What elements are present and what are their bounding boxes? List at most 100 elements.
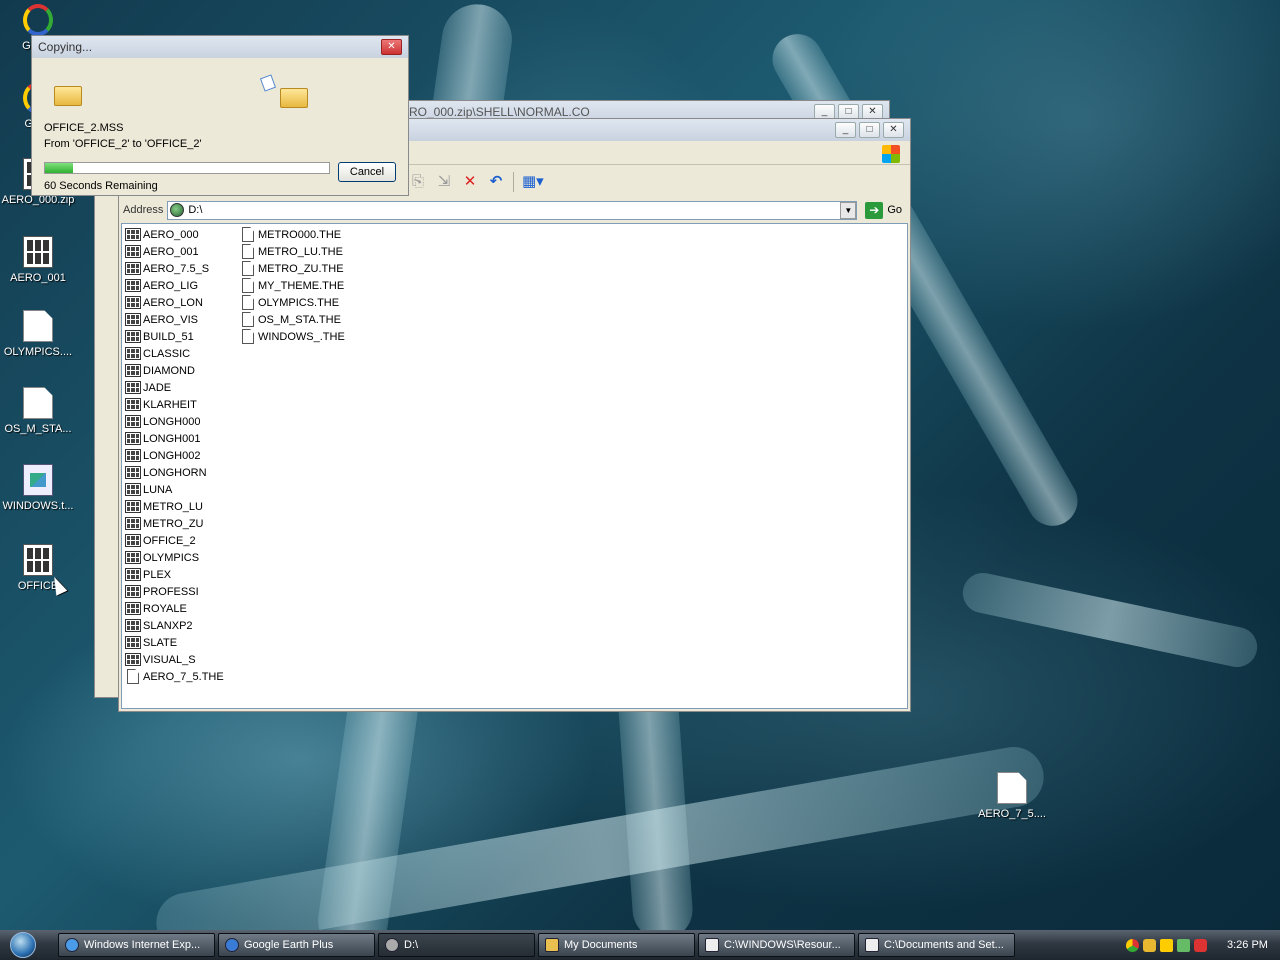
go-button[interactable]: ➔ Go [861,201,906,219]
file-name: OLYMPICS [143,551,200,564]
file-name: WINDOWS_.THE [258,330,345,343]
explorer-window[interactable]: _ □ ✕ ⎘ ⇲ ✕ ↶ ▦▾ Address D:\ ▼ ➔ Go AERO… [118,118,911,712]
desktop-icon-aero-7-5[interactable]: AERO_7_5.... [974,772,1050,820]
file-item[interactable]: PLEX [125,566,224,583]
theme-grid-icon [125,279,141,292]
taskbar-button-documents-settings[interactable]: C:\Documents and Set... [858,933,1015,957]
file-item[interactable]: METRO000.THE [240,226,345,243]
window-title: RO_000.zip\SHELL\NORMAL.CO [409,105,590,119]
theme-grid-icon [125,653,141,666]
taskbar-button-google-earth[interactable]: Google Earth Plus [218,933,375,957]
file-item[interactable]: AERO_001 [125,243,224,260]
file-item[interactable]: KLARHEIT [125,396,224,413]
file-item[interactable]: WINDOWS_.THE [240,328,345,345]
warning-icon[interactable] [1160,938,1173,952]
file-item[interactable]: OS_M_STA.THE [240,311,345,328]
undo-icon[interactable]: ↶ [487,173,505,191]
chrome-icon[interactable] [1126,938,1139,952]
theme-grid-icon [125,313,141,326]
file-item[interactable]: METRO_LU [125,498,224,515]
file-item[interactable]: PROFESSI [125,583,224,600]
theme-grid-icon [125,449,141,462]
file-item[interactable]: LONGH000 [125,413,224,430]
drive-icon [170,203,185,217]
copy-to-icon[interactable]: ⎘ [409,173,427,191]
desktop-icon-os-m-sta[interactable]: OS_M_STA... [0,387,76,435]
close-button[interactable]: ✕ [381,39,402,55]
views-icon[interactable]: ▦▾ [522,173,544,191]
taskbar-button-drive-d[interactable]: D:\ [378,933,535,957]
file-item[interactable]: LUNA [125,481,224,498]
file-item[interactable]: OFFICE_2 [125,532,224,549]
theme-grid-icon [125,364,141,377]
clock[interactable]: 3:26 PM [1227,939,1268,951]
file-item[interactable]: AERO_LON [125,294,224,311]
file-item[interactable]: JADE [125,379,224,396]
file-item[interactable]: DIAMOND [125,362,224,379]
file-item[interactable]: AERO_LIG [125,277,224,294]
address-bar: Address D:\ ▼ ➔ Go [119,199,910,221]
move-to-icon[interactable]: ⇲ [435,173,453,191]
image-icon [23,464,53,496]
drive-icon [385,938,399,952]
taskbar-button-ie[interactable]: Windows Internet Exp... [58,933,215,957]
address-input[interactable]: D:\ ▼ [167,200,858,220]
theme-grid-icon [125,398,141,411]
file-name: AERO_VIS [143,313,199,326]
wallpaper-strand [151,742,1049,958]
file-item[interactable]: ROYALE [125,600,224,617]
close-button[interactable]: ✕ [883,122,904,138]
file-item[interactable]: METRO_LU.THE [240,243,345,260]
file-item[interactable]: MY_THEME.THE [240,277,345,294]
taskbar-button-my-documents[interactable]: My Documents [538,933,695,957]
file-item[interactable]: SLATE [125,634,224,651]
file-item[interactable]: METRO_ZU.THE [240,260,345,277]
file-list[interactable]: AERO_000 AERO_001 AERO_7.5_S AERO_LIG AERO_L… [121,223,908,709]
system-tray: 3:26 PM [1118,930,1280,960]
address-value: D:\ [188,204,203,216]
file-item[interactable]: AERO_7_5.THE [125,668,224,685]
file-item[interactable]: LONGHORN [125,464,224,481]
copy-dialog-titlebar[interactable]: Copying... ✕ [32,36,408,58]
globe-icon [225,938,239,952]
file-item[interactable]: METRO_ZU [125,515,224,532]
security-shield-icon[interactable] [1143,938,1156,952]
maximize-button[interactable]: □ [859,122,880,138]
file-item[interactable]: AERO_7.5_S [125,260,224,277]
desktop-icon-olympics[interactable]: OLYMPICS.... [0,310,76,358]
taskbar-button-label: Google Earth Plus [244,939,334,951]
desktop-icon-windows-t[interactable]: WINDOWS.t... [0,464,76,512]
file-item[interactable]: VISUAL_S [125,651,224,668]
address-dropdown-button[interactable]: ▼ [840,201,857,219]
file-item[interactable]: SLANXP2 [125,617,224,634]
taskbar-button-windows-resources[interactable]: C:\WINDOWS\Resour... [698,933,855,957]
grid-icon [705,938,719,952]
file-name: SLATE [143,636,178,649]
antivirus-icon[interactable] [1194,938,1207,952]
taskbar-button-label: My Documents [564,939,638,951]
document-icon [242,295,254,310]
file-name: DIAMOND [143,364,195,377]
cancel-button[interactable]: Cancel [338,162,396,182]
file-item[interactable]: OLYMPICS [125,549,224,566]
file-item[interactable]: LONGH001 [125,430,224,447]
file-name: LONGH002 [143,449,201,462]
file-item[interactable]: BUILD_51 [125,328,224,345]
file-item[interactable]: CLASSIC [125,345,224,362]
desktop-icon-aero-001[interactable]: AERO_001 [0,236,76,284]
file-item[interactable]: LONGH002 [125,447,224,464]
file-item[interactable]: AERO_VIS [125,311,224,328]
file-item[interactable]: AERO_000 [125,226,224,243]
file-item[interactable]: OLYMPICS.THE [240,294,345,311]
safely-remove-icon[interactable] [1177,938,1190,952]
file-name: LONGH001 [143,432,201,445]
minimize-button[interactable]: _ [835,122,856,138]
start-button[interactable] [0,930,46,960]
desktop-icon-label: WINDOWS.t... [2,500,74,512]
copy-dialog[interactable]: Copying... ✕ OFFICE_2.MSS From 'OFFICE_2… [31,35,409,196]
file-name: LONGH000 [143,415,201,428]
delete-icon[interactable]: ✕ [461,173,479,191]
desktop-icon-label: OS_M_STA... [4,423,72,435]
app-icon [23,4,53,36]
file-name: PLEX [143,568,172,581]
